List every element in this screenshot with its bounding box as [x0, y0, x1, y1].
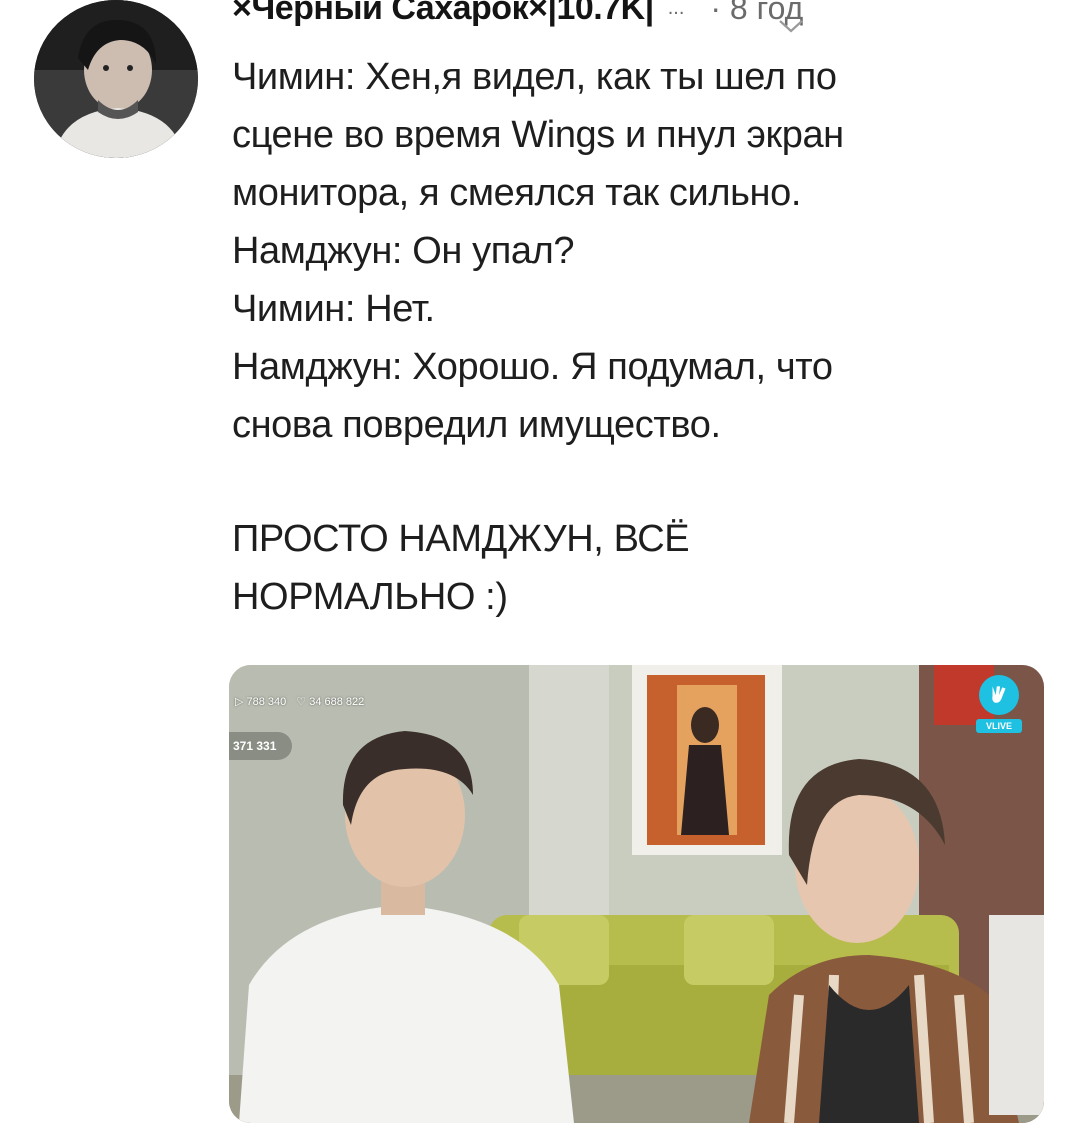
text-line: Чимин: Хен,я видел, как ты шел по	[232, 56, 837, 98]
text-line: Чимин: Нет.	[232, 288, 435, 330]
more-text: ...	[667, 0, 685, 19]
vlive-hand-icon	[979, 675, 1019, 715]
text-line: Намджун: Он упал?	[232, 230, 575, 272]
text-line: сцене во время Wings и пнул экран	[232, 114, 844, 156]
text-line: монитора, я смеялся так сильно.	[232, 172, 802, 214]
stream-stats: ▷ 788 340 ♡ 34 688 822	[235, 695, 364, 708]
avatar-image	[34, 0, 198, 158]
attached-photo[interactable]: ▷ 788 340 ♡ 34 688 822 371 331 VLIVE	[229, 665, 1044, 1123]
text-line: Намджун: Хорошо. Я подумал, что	[232, 346, 833, 388]
text-line: снова повредил имущество.	[232, 404, 721, 446]
vlive-logo: VLIVE	[976, 675, 1022, 737]
likes-count: ♡ 34 688 822	[296, 696, 365, 708]
vlive-label: VLIVE	[976, 719, 1022, 733]
viewers-count: 371 331	[229, 732, 293, 760]
punchline-line: ПРОСТО НАМДЖУН, ВСЁ	[232, 518, 690, 560]
punchline-line: НОРМАЛЬНО :)	[232, 576, 508, 618]
photo-scene	[229, 665, 1044, 1123]
chevron-down-icon[interactable]	[778, 18, 804, 34]
author-name[interactable]: ×Чёрный Сахарок×|10.7K|	[232, 0, 654, 30]
tweet: ×Чёрный Сахарок×|10.7K| ... · 8 год Чими…	[0, 0, 1080, 1132]
tweet-header: ×Чёрный Сахарок×|10.7K| ... · 8 год	[232, 0, 1052, 30]
author-avatar[interactable]	[34, 0, 198, 158]
views-count: ▷ 788 340	[235, 696, 287, 708]
tweet-text: Чимин: Хен,я видел, как ты шел по сцене …	[232, 48, 1032, 626]
